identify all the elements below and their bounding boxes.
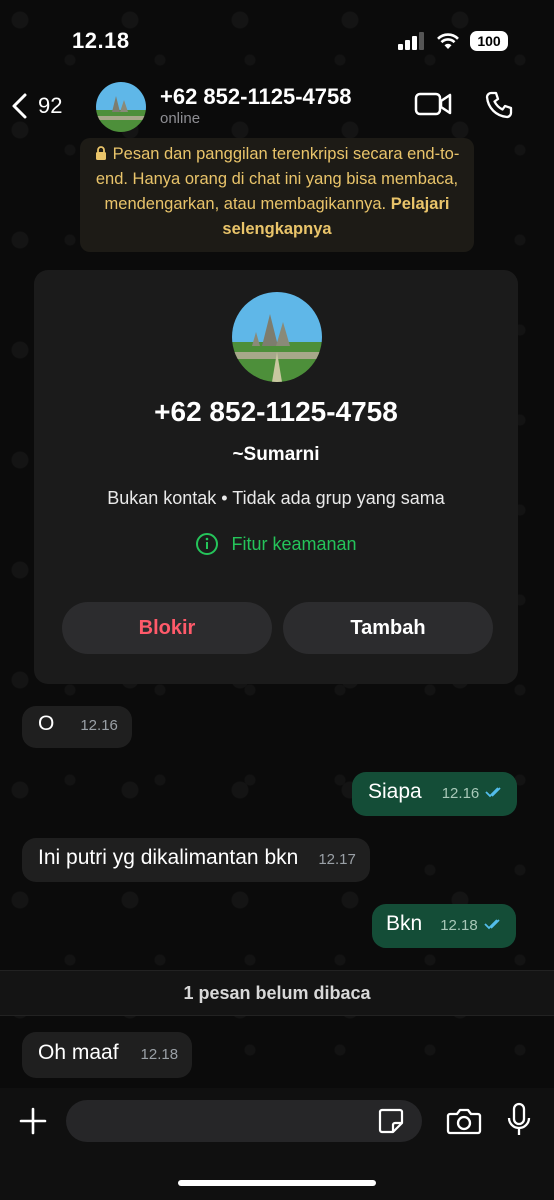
home-indicator[interactable]: [178, 1180, 376, 1186]
message-bubble-outgoing[interactable]: Bkn 12.18: [372, 904, 516, 948]
status-time: 12.18: [72, 28, 130, 53]
encryption-notice[interactable]: Pesan dan panggilan terenkripsi secara e…: [80, 138, 474, 252]
message-text: Oh maaf: [38, 1041, 119, 1064]
message-time: 12.17: [318, 851, 356, 868]
block-button[interactable]: Blokir: [62, 602, 272, 654]
back-button[interactable]: 92: [10, 92, 62, 120]
plus-icon[interactable]: [18, 1106, 48, 1136]
security-features-link[interactable]: Fitur keamanan: [34, 532, 518, 556]
message-bubble-incoming[interactable]: Ini putri yg dikalimantan bkn 12.17: [22, 838, 370, 882]
video-call-icon[interactable]: [414, 90, 452, 118]
chat-title[interactable]: +62 852-1125-4758: [160, 84, 351, 110]
message-text: Siapa: [368, 780, 422, 803]
read-receipt-icon: [485, 787, 501, 798]
status-icons: 100: [398, 30, 508, 52]
sticker-icon[interactable]: [378, 1108, 404, 1134]
chat-status: online: [160, 110, 201, 127]
contact-avatar-large[interactable]: [232, 292, 322, 382]
info-icon: [196, 533, 219, 555]
wifi-icon: [437, 33, 459, 49]
contact-name: ~Sumarni: [232, 444, 320, 465]
message-text: Bkn: [386, 912, 423, 935]
message-text: O: [38, 712, 55, 735]
read-receipt-icon: [484, 919, 500, 930]
contact-relationship-info: Bukan kontak • Tidak ada grup yang sama: [107, 488, 445, 508]
camera-icon[interactable]: [446, 1106, 482, 1136]
unread-chats-count: 92: [38, 93, 63, 118]
chevron-left-icon: [12, 93, 27, 119]
message-bubble-outgoing[interactable]: Siapa 12.16: [352, 772, 518, 816]
contact-avatar[interactable]: [96, 82, 146, 132]
message-bubble-incoming[interactable]: Oh maaf 12.18: [22, 1032, 193, 1078]
voice-call-icon[interactable]: [484, 90, 514, 120]
contact-phone: +62 852-1125-4758: [154, 396, 398, 427]
microphone-icon[interactable]: [506, 1102, 532, 1138]
message-input[interactable]: [66, 1100, 422, 1142]
lock-icon: [95, 146, 106, 160]
signal-icon: [398, 32, 424, 50]
message-time: 12.18: [140, 1046, 179, 1063]
message-text: Ini putri yg dikalimantan bkn: [38, 846, 299, 869]
unread-messages-divider: 1 pesan belum dibaca: [0, 970, 554, 1016]
message-bubble-incoming[interactable]: O 12.16: [22, 706, 132, 748]
message-time: 12.18: [440, 917, 478, 934]
message-time: 12.16: [80, 717, 118, 734]
message-time: 12.16: [441, 785, 480, 802]
security-features-label: Fitur keamanan: [231, 533, 357, 554]
add-contact-button[interactable]: Tambah: [283, 602, 493, 654]
battery-indicator: 100: [470, 31, 508, 51]
